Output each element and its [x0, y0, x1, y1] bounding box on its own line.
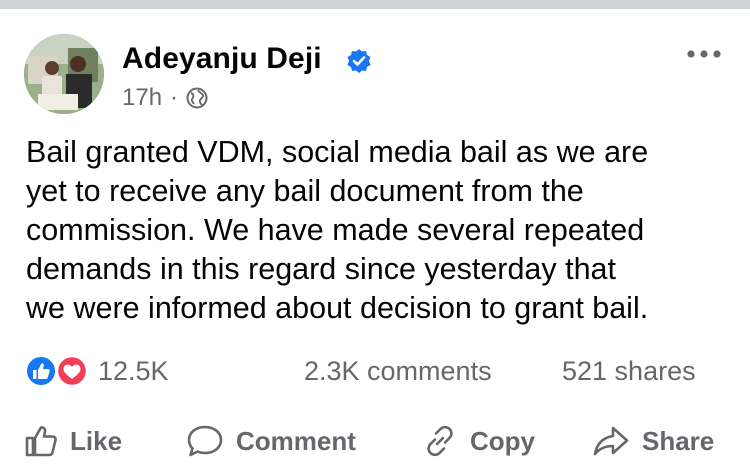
share-button[interactable]: Share [592, 418, 714, 464]
verified-badge-icon [347, 49, 371, 73]
reaction-count[interactable]: 12.5K [98, 356, 169, 387]
reaction-icons[interactable] [24, 354, 92, 388]
like-button[interactable]: Like [24, 418, 122, 464]
post-actions: Like Comment Copy Share [20, 418, 730, 464]
copy-label: Copy [470, 425, 535, 456]
post-meta: 17h · [122, 84, 208, 112]
shares-count[interactable]: 521 shares [562, 356, 696, 387]
comment-button[interactable]: Comment [186, 418, 356, 464]
comment-bubble-icon [187, 425, 223, 457]
post-text: Bail granted VDM, social media bail as w… [26, 135, 649, 325]
avatar[interactable] [24, 34, 104, 114]
post-timestamp[interactable]: 17h [122, 84, 162, 112]
author-name[interactable]: Adeyanju Deji [122, 42, 322, 76]
avatar-photo [24, 34, 104, 114]
like-reaction-icon [25, 355, 57, 387]
link-icon [427, 425, 453, 457]
comments-count[interactable]: 2.3K comments [304, 356, 492, 387]
feed-divider [0, 0, 750, 9]
thumbs-up-icon [25, 426, 57, 457]
love-reaction-icon [55, 354, 89, 388]
like-label: Like [70, 425, 123, 456]
post-header: Adeyanju Deji 17h · [24, 34, 726, 114]
globe-icon[interactable] [186, 87, 208, 109]
meta-separator: · [170, 84, 179, 111]
post-stats: 12.5K 2.3K comments 521 shares [24, 352, 726, 388]
more-options-icon[interactable] [684, 46, 724, 62]
comment-label: Comment [236, 425, 356, 456]
copy-button[interactable]: Copy [422, 418, 535, 464]
share-arrow-icon [593, 426, 629, 456]
share-label: Share [642, 425, 715, 456]
